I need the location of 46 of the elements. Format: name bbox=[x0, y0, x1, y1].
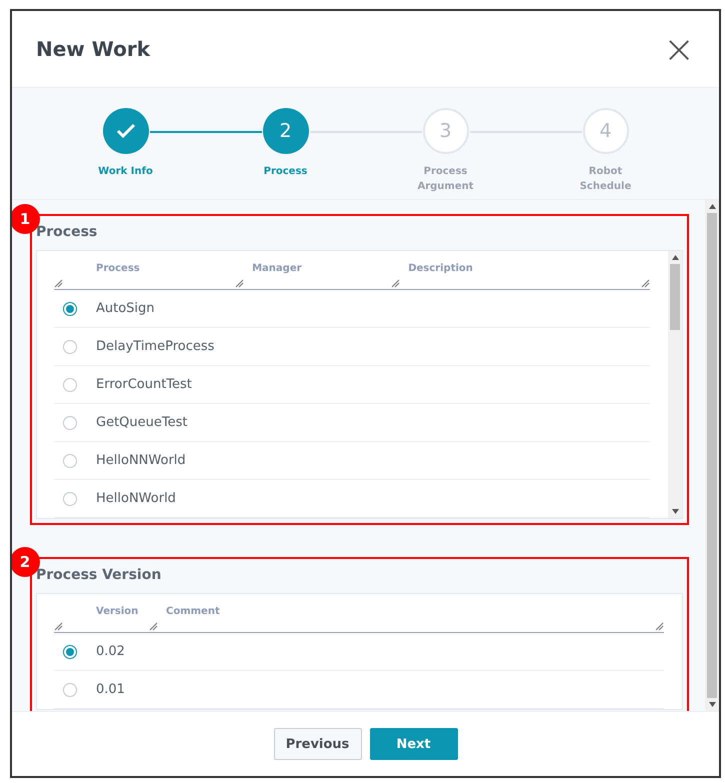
resize-grip-icon[interactable] bbox=[54, 279, 63, 288]
step-circle: 4 bbox=[582, 108, 628, 154]
step-label: Work Info bbox=[97, 165, 154, 179]
radio-button[interactable] bbox=[63, 302, 77, 316]
radio-button[interactable] bbox=[63, 378, 77, 392]
column-header: Manager bbox=[251, 263, 302, 276]
step-circle: 3 bbox=[422, 108, 468, 154]
previous-button[interactable]: Previous bbox=[274, 728, 362, 760]
resize-grip-icon[interactable] bbox=[149, 622, 158, 631]
scroll-up-icon[interactable] bbox=[708, 204, 716, 209]
radio-button[interactable] bbox=[63, 416, 77, 430]
scrollbar-thumb[interactable] bbox=[670, 264, 680, 330]
table-cell: HelloNNWorld bbox=[96, 453, 186, 468]
scrollbar-thumb[interactable] bbox=[707, 213, 717, 698]
resize-grip-icon[interactable] bbox=[641, 279, 650, 288]
radio-button[interactable] bbox=[63, 644, 77, 658]
table-cell: AutoSign bbox=[96, 301, 155, 316]
column-header: Process bbox=[95, 263, 140, 276]
column-header: Version bbox=[95, 606, 138, 619]
resize-grip-icon[interactable] bbox=[655, 622, 664, 631]
step-label: Robot Schedule bbox=[578, 165, 632, 194]
dialog-title: New Work bbox=[36, 37, 150, 61]
column-header: Description bbox=[407, 263, 473, 276]
scrollbar[interactable] bbox=[668, 251, 682, 518]
column-header: Comment bbox=[165, 606, 220, 619]
scrollbar[interactable] bbox=[705, 200, 719, 711]
resize-grip-icon[interactable] bbox=[54, 622, 63, 631]
table-cell: 0.01 bbox=[96, 682, 125, 697]
close-button[interactable]: × bbox=[663, 30, 695, 68]
scroll-down-icon[interactable] bbox=[708, 702, 716, 707]
radio-button[interactable] bbox=[63, 682, 77, 696]
table-cell: GetQueueTest bbox=[96, 415, 188, 430]
step-circle: 2 bbox=[262, 108, 308, 154]
table-cell: HelloNWorld bbox=[96, 491, 176, 506]
scroll-up-icon[interactable] bbox=[672, 255, 678, 260]
step-label: Process Argument bbox=[416, 165, 475, 194]
scroll-down-icon[interactable] bbox=[672, 509, 678, 514]
step-label: Process bbox=[262, 165, 308, 179]
table-cell: DelayTimeProcess bbox=[96, 339, 214, 354]
table-cell: ErrorCountTest bbox=[96, 377, 192, 392]
table-cell: 0.02 bbox=[96, 644, 125, 659]
resize-grip-icon[interactable] bbox=[235, 279, 244, 288]
radio-button[interactable] bbox=[63, 492, 77, 506]
radio-button[interactable] bbox=[63, 454, 77, 468]
radio-button[interactable] bbox=[63, 340, 77, 354]
resize-grip-icon[interactable] bbox=[391, 279, 400, 288]
